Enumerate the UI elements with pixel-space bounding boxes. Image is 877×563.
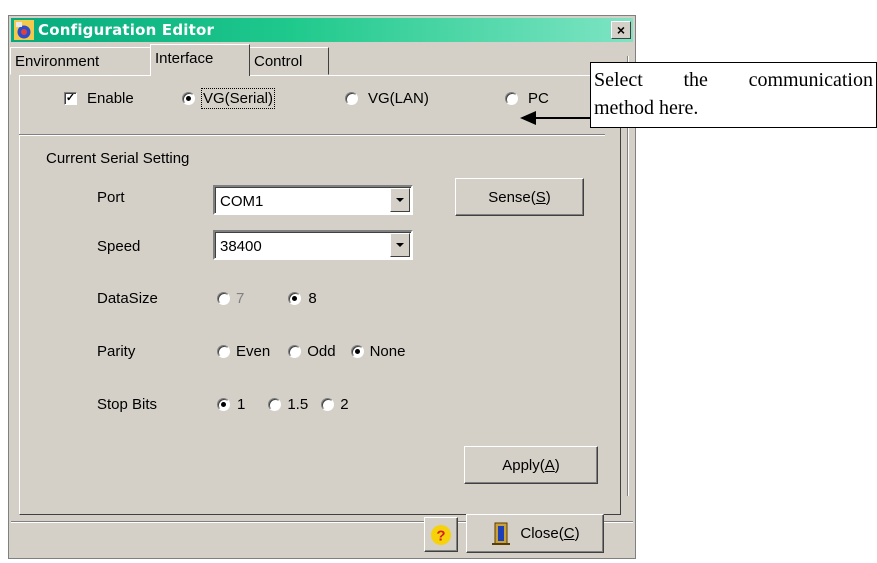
checkbox-checked-icon: ✓: [64, 91, 77, 105]
stopbits-options: 1 1.5 2: [217, 396, 349, 413]
datasize-label: DataSize: [97, 290, 158, 307]
radio-vg-lan[interactable]: VG(LAN): [345, 87, 429, 109]
radio-parity-even[interactable]: Even: [217, 343, 270, 360]
datasize-8-label: 8: [308, 290, 317, 307]
apply-accelerator: A: [544, 456, 555, 474]
radio-selected-icon: [182, 91, 195, 105]
door-exit-icon: [492, 522, 511, 545]
speed-label: Speed: [97, 238, 141, 255]
title-bar[interactable]: Configuration Editor ×: [11, 18, 633, 42]
stopbits-1-5-label: 1.5: [287, 396, 309, 413]
callout-word: the: [683, 69, 708, 91]
close-label: Close(: [520, 525, 564, 542]
chevron-down-icon[interactable]: [390, 233, 410, 257]
stopbits-1-label: 1: [237, 396, 246, 413]
pc-label: PC: [528, 89, 549, 107]
radio-unselected-icon: [217, 345, 230, 358]
radio-selected-icon: [350, 345, 364, 358]
radio-stopbits-2[interactable]: 2: [321, 396, 349, 413]
parity-none-label: None: [369, 343, 406, 360]
group-title: Current Serial Setting: [46, 150, 190, 167]
radio-stopbits-1[interactable]: 1: [217, 396, 245, 413]
datasize-options: 7 8: [217, 290, 317, 307]
radio-unselected-icon: [268, 398, 282, 411]
annotation-callout: Select the communication method here.: [590, 62, 877, 128]
parity-even-label: Even: [236, 343, 271, 360]
port-value: COM1: [220, 193, 264, 210]
tab-label: Control: [254, 53, 303, 70]
apply-label: Apply(: [502, 456, 545, 474]
tab-interface[interactable]: Interface: [150, 44, 250, 76]
speed-select[interactable]: 38400: [213, 230, 413, 260]
svg-text:?: ?: [436, 527, 445, 544]
radio-unselected-icon: [288, 345, 302, 358]
radio-pc[interactable]: PC: [505, 87, 549, 109]
port-label: Port: [97, 189, 125, 206]
close-icon: ×: [616, 22, 626, 38]
callout-word: communication: [748, 69, 873, 91]
sense-button[interactable]: Sense(S): [455, 178, 584, 216]
help-icon: ?: [431, 524, 451, 545]
speed-value: 38400: [220, 238, 262, 255]
radio-selected-icon: [288, 292, 302, 305]
close-button[interactable]: Close(C): [466, 514, 604, 553]
sense-label: Sense(: [488, 188, 536, 206]
radio-unselected-icon: [321, 398, 335, 411]
apply-button[interactable]: Apply(A): [464, 446, 598, 484]
port-select[interactable]: COM1: [213, 185, 413, 215]
radio-unselected-icon: [345, 91, 358, 105]
app-icon: [14, 20, 34, 40]
close-accelerator: C: [563, 525, 575, 542]
parity-odd-label: Odd: [307, 343, 336, 360]
radio-stopbits-1-5[interactable]: 1.5: [268, 396, 308, 413]
callout-line-2: method here.: [594, 97, 699, 119]
enable-checkbox[interactable]: ✓ Enable: [64, 87, 134, 109]
chevron-down-icon[interactable]: [390, 188, 410, 212]
radio-datasize-8[interactable]: 8: [288, 290, 317, 307]
vg-serial-label: VG(Serial): [200, 87, 276, 109]
radio-parity-odd[interactable]: Odd: [288, 343, 336, 360]
parity-label: Parity: [97, 343, 136, 360]
window-title: Configuration Editor: [38, 21, 215, 39]
vg-lan-label: VG(LAN): [368, 89, 429, 107]
parity-options: Even Odd None: [217, 343, 405, 360]
help-button[interactable]: ?: [424, 517, 458, 552]
enable-label: Enable: [87, 89, 134, 107]
stopbits-label: Stop Bits: [97, 396, 158, 413]
radio-datasize-7[interactable]: 7: [217, 290, 244, 307]
callout-arrow-icon: [520, 111, 591, 125]
radio-unselected-icon: [217, 292, 230, 305]
tab-control[interactable]: Control: [249, 47, 329, 75]
tab-label: Environment: [15, 53, 100, 70]
radio-vg-serial[interactable]: VG(Serial): [182, 87, 276, 109]
tab-label: Interface: [155, 50, 214, 67]
stopbits-2-label: 2: [340, 396, 349, 413]
radio-parity-none[interactable]: None: [350, 343, 406, 360]
close-label-end: ): [574, 525, 580, 542]
callout-line-1: Select the communication: [594, 66, 876, 94]
tab-environment[interactable]: Environment: [10, 47, 152, 75]
close-window-button[interactable]: ×: [611, 21, 631, 39]
apply-label-end: ): [554, 456, 560, 474]
sense-label-end: ): [545, 188, 551, 206]
datasize-7-label: 7: [236, 290, 245, 307]
sense-accelerator: S: [535, 188, 546, 206]
callout-word: Select: [594, 69, 643, 91]
radio-unselected-icon: [505, 91, 518, 105]
radio-selected-icon: [217, 398, 230, 411]
